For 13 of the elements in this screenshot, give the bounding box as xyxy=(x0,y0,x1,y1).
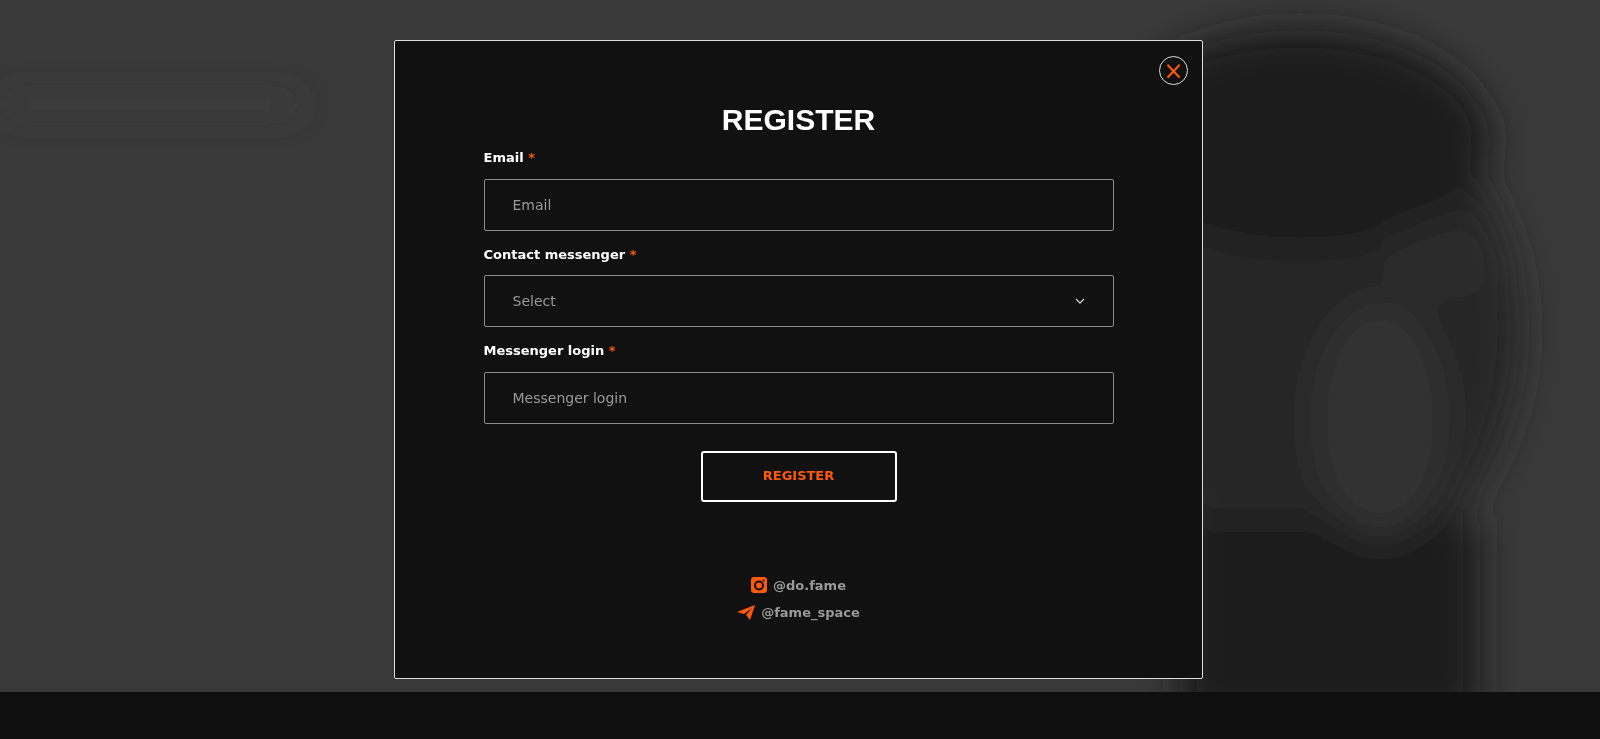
field-label: Email * xyxy=(483,149,536,167)
register-button[interactable]: REGISTER xyxy=(700,450,897,502)
paper-plane-icon xyxy=(737,605,756,621)
chevron-down-icon xyxy=(1074,298,1085,304)
dialog-title: REGISTER xyxy=(721,103,876,136)
field-label: Messenger login * xyxy=(483,342,617,360)
input-field[interactable]: Email xyxy=(483,178,1114,231)
camera-icon xyxy=(751,577,767,594)
input-field[interactable]: Messenger login xyxy=(483,371,1114,424)
select-field[interactable]: Select xyxy=(483,275,1114,327)
social-link[interactable]: @do.fame xyxy=(773,575,846,595)
social-link[interactable]: @fame_space xyxy=(761,603,860,623)
field-label: Contact messenger * xyxy=(483,245,638,264)
